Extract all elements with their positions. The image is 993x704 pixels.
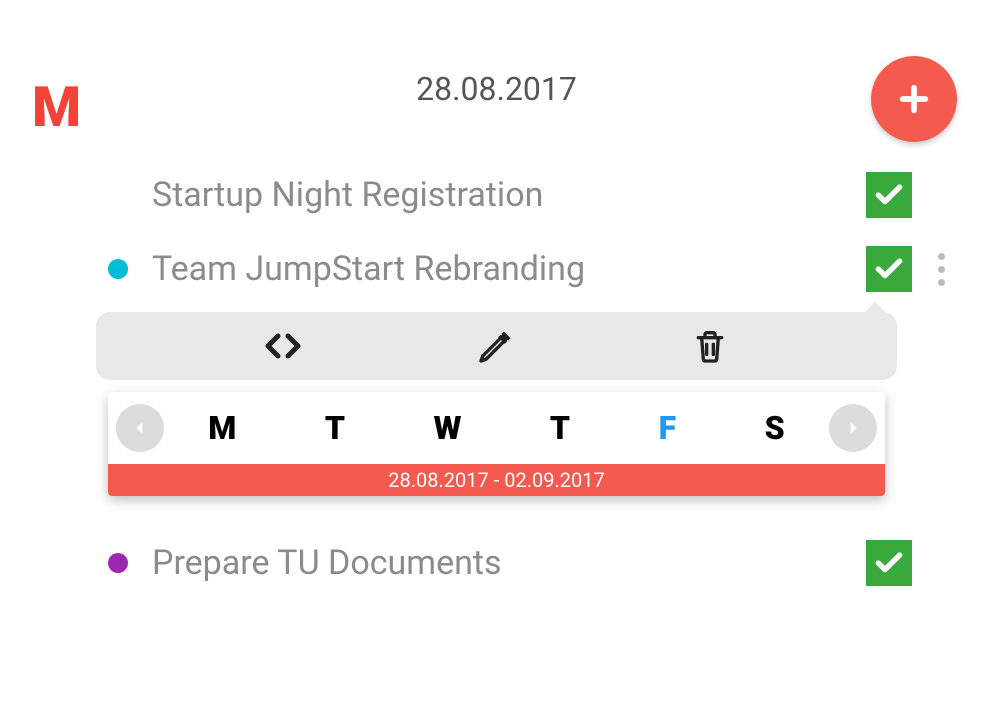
day-label[interactable]: S	[765, 409, 785, 447]
header: M 28.08.2017	[0, 0, 993, 148]
chevron-left-icon	[131, 419, 149, 437]
dot-icon	[938, 253, 945, 260]
week-days-row: M T W T F S	[108, 392, 885, 464]
chevron-right-icon	[844, 419, 862, 437]
day-label[interactable]: W	[434, 409, 462, 447]
task-row[interactable]: Team JumpStart Rebranding	[0, 232, 993, 306]
app-logo: M	[32, 74, 79, 140]
edit-button[interactable]	[476, 326, 516, 366]
plus-icon	[897, 82, 931, 116]
task-checkbox[interactable]	[866, 246, 912, 292]
page-date: 28.08.2017	[40, 70, 953, 108]
day-label[interactable]: M	[208, 409, 236, 447]
check-icon	[873, 179, 905, 211]
category-dot	[108, 553, 128, 573]
next-week-button[interactable]	[829, 404, 877, 452]
category-dot	[108, 259, 128, 279]
date-range-bar: 28.08.2017 - 02.09.2017	[108, 464, 885, 496]
task-title: Prepare TU Documents	[152, 543, 866, 583]
task-row[interactable]: Prepare TU Documents	[0, 526, 993, 600]
delete-button[interactable]	[690, 326, 730, 366]
day-label[interactable]: T	[325, 409, 345, 447]
check-icon	[873, 253, 905, 285]
add-button[interactable]	[871, 56, 957, 142]
check-icon	[873, 547, 905, 579]
dot-icon	[938, 266, 945, 273]
task-title: Startup Night Registration	[152, 175, 866, 215]
day-label-active[interactable]: F	[659, 409, 677, 447]
task-title: Team JumpStart Rebranding	[152, 249, 866, 289]
move-button[interactable]	[263, 326, 303, 366]
days-container: M T W T F S	[164, 409, 829, 447]
code-icon	[263, 326, 303, 366]
prev-week-button[interactable]	[116, 404, 164, 452]
task-toolbar	[96, 312, 897, 380]
dot-icon	[938, 279, 945, 286]
pencil-icon	[476, 326, 516, 366]
task-row[interactable]: Startup Night Registration	[0, 158, 993, 232]
more-menu-button[interactable]	[930, 247, 953, 292]
trash-icon	[690, 326, 730, 366]
task-checkbox[interactable]	[866, 172, 912, 218]
task-checkbox[interactable]	[866, 540, 912, 586]
day-label[interactable]: T	[550, 409, 570, 447]
week-picker: M T W T F S 28.08.2017 - 02.09.2017	[108, 392, 885, 496]
task-list: Startup Night Registration Team JumpStar…	[0, 148, 993, 600]
